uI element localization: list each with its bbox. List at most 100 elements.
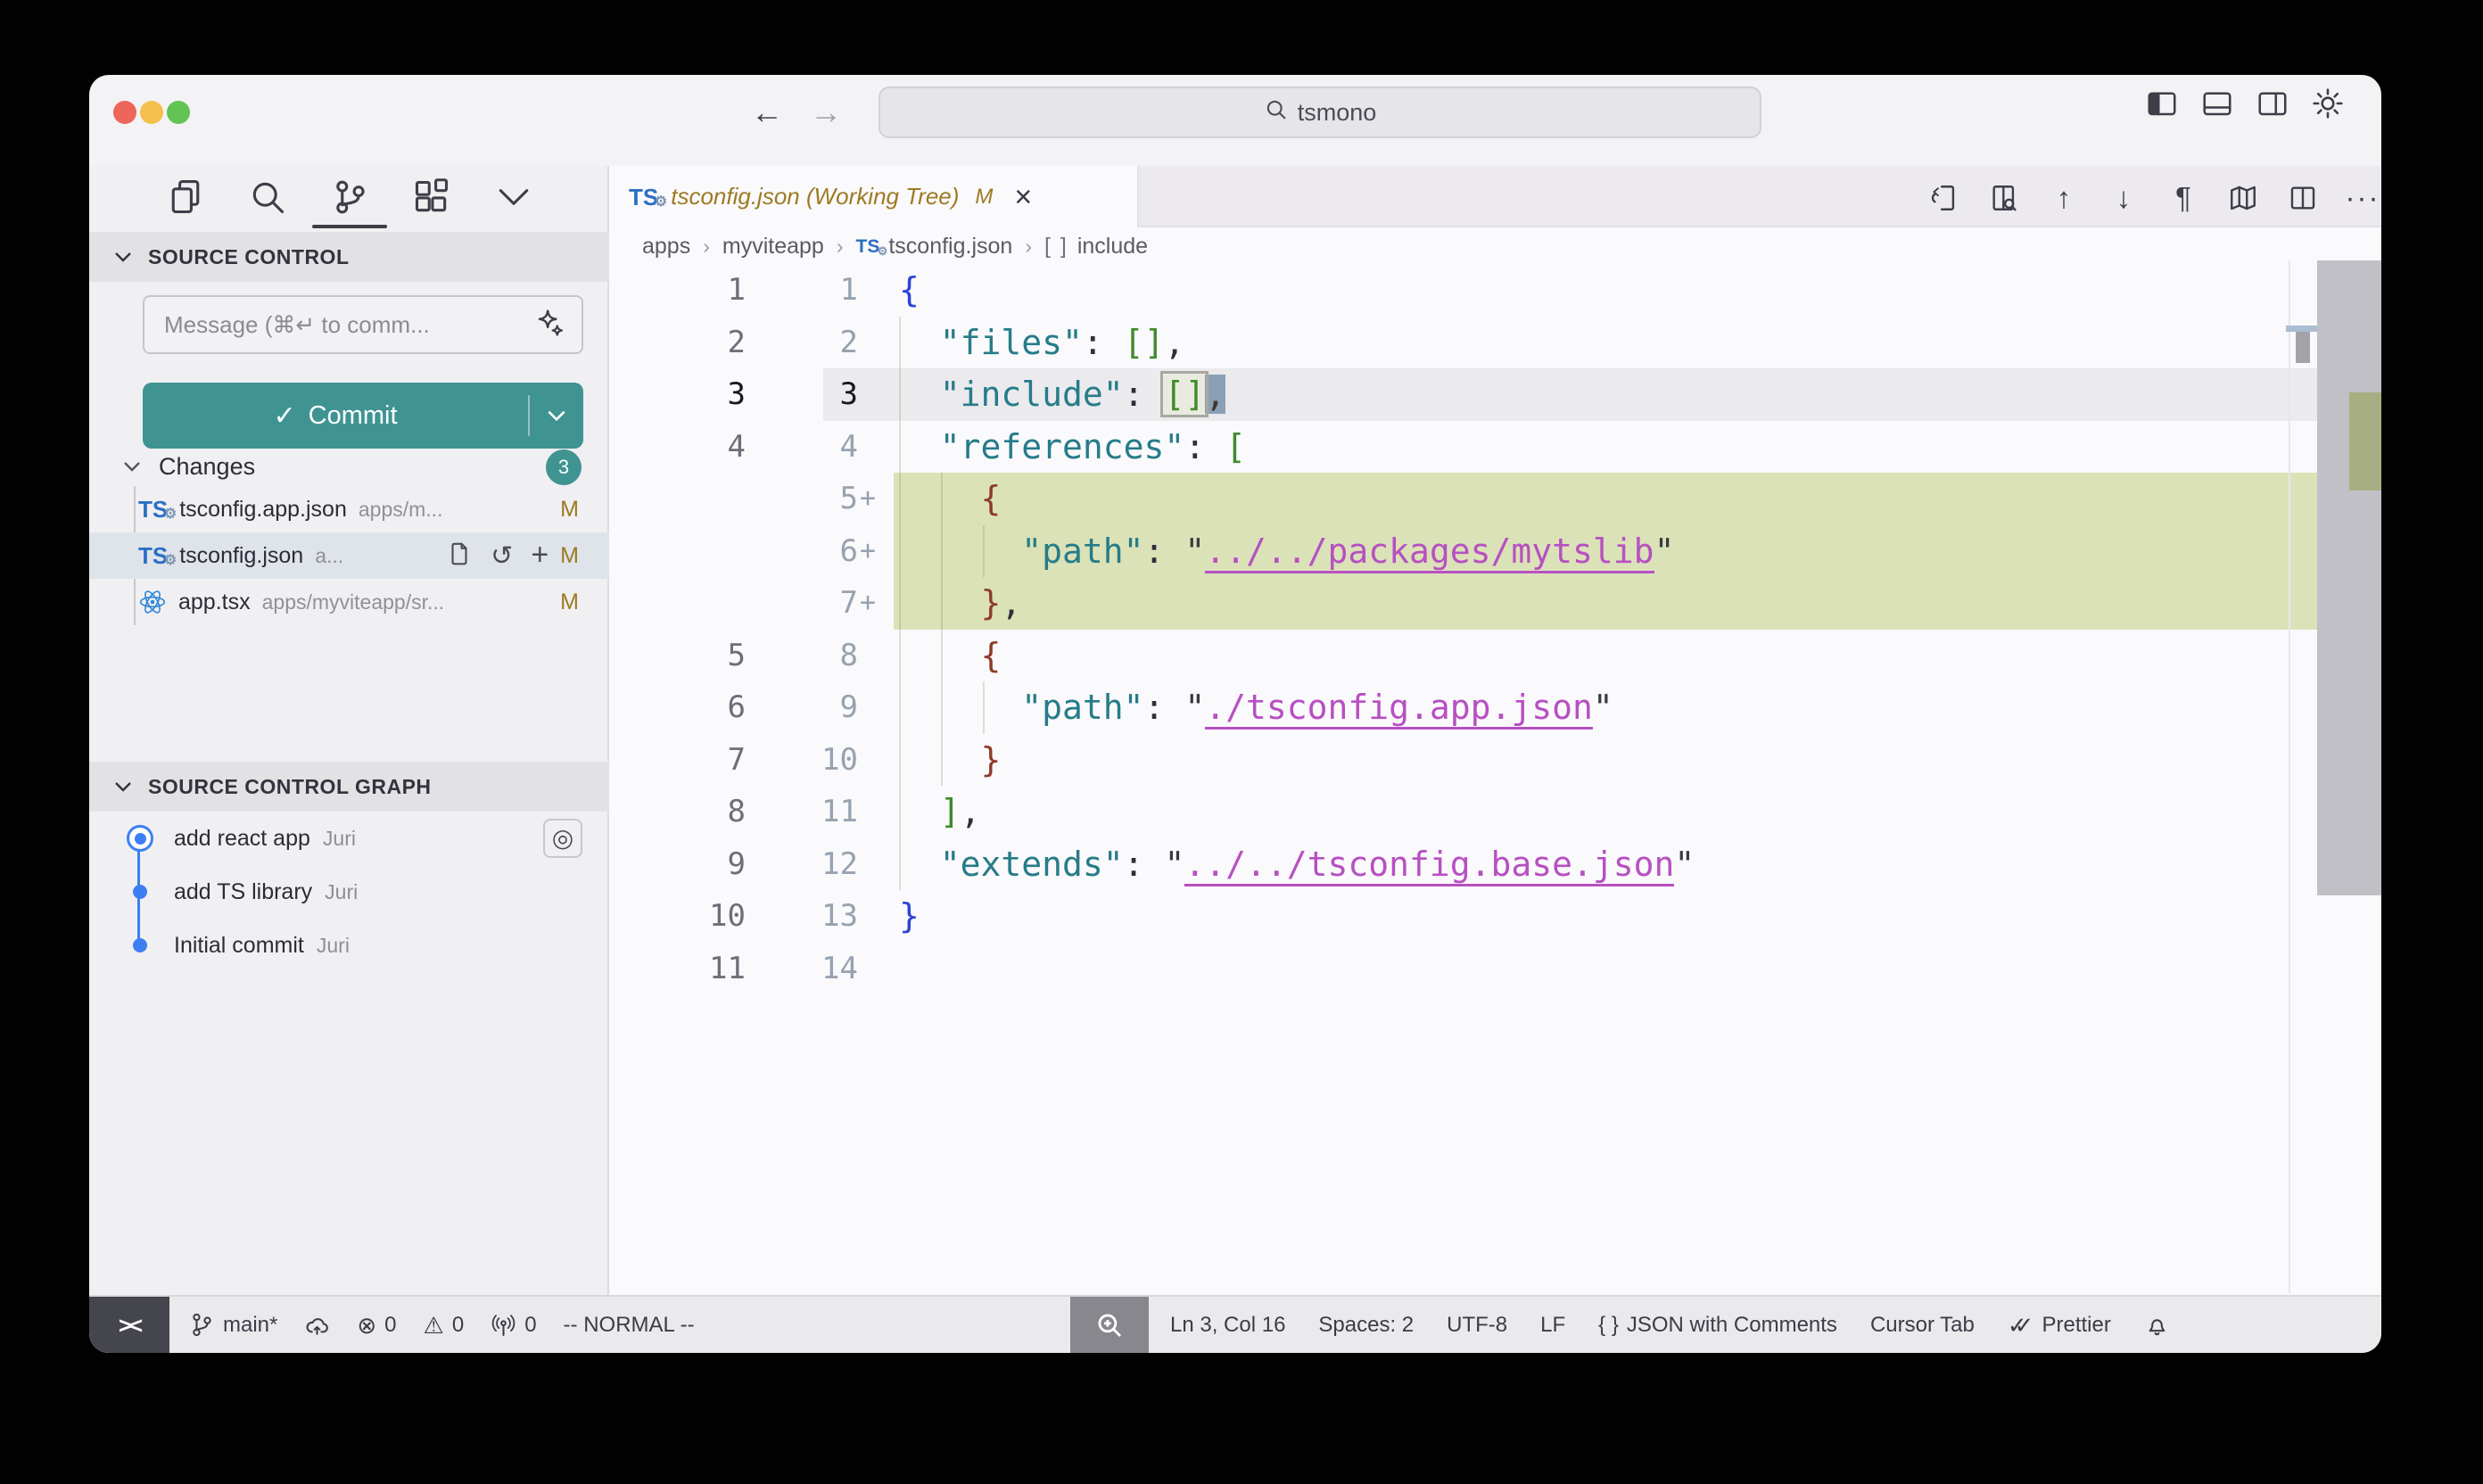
modified-line-number[interactable]: 11: [746, 786, 858, 838]
commit-message-input[interactable]: [164, 311, 535, 339]
history-back-button[interactable]: ←: [751, 91, 783, 134]
original-line-number[interactable]: 9: [609, 838, 746, 891]
code-line-4[interactable]: 44 "references": [: [609, 421, 2381, 474]
remote-indicator[interactable]: ><: [89, 1297, 169, 1353]
zoom-level-indicator[interactable]: [1070, 1297, 1149, 1353]
more-button[interactable]: ···: [2345, 178, 2380, 218]
modified-line-number[interactable]: 3: [746, 368, 858, 421]
status-item-cloud-upload[interactable]: [304, 1312, 330, 1338]
code-line-1[interactable]: 11{: [609, 264, 2381, 317]
modified-line-number[interactable]: 8: [746, 630, 858, 682]
split-editor-button[interactable]: [2285, 178, 2321, 218]
commit-row[interactable]: Initial commit Juri: [89, 919, 609, 972]
tab-close-button[interactable]: ×: [1014, 182, 1032, 212]
status-item-json-with-comments[interactable]: { }JSON with Comments: [1598, 1312, 1837, 1339]
status-item-cursor-tab[interactable]: Cursor Tab: [1870, 1313, 1975, 1338]
status-item-utf-8[interactable]: UTF-8: [1447, 1313, 1507, 1338]
activity-extensions-button[interactable]: [412, 177, 451, 217]
settings-gear-button[interactable]: [2312, 87, 2344, 124]
activity-search-button[interactable]: [248, 177, 287, 217]
modified-line-number[interactable]: 7: [746, 577, 858, 630]
status-item-0[interactable]: 0: [491, 1312, 536, 1338]
original-line-number[interactable]: 8: [609, 786, 746, 838]
status-item-lf[interactable]: LF: [1540, 1313, 1565, 1338]
code-area[interactable]: 11{22 "files": [],33 "include": [],44 "r…: [609, 264, 2381, 995]
change-row-tsconfig.json[interactable]: TS⚙ tsconfig.json a... ↺+ M: [89, 532, 609, 579]
code-line-14[interactable]: 1114: [609, 943, 2381, 995]
command-center-search[interactable]: tsmono: [879, 87, 1761, 138]
source-control-section-header[interactable]: SOURCE CONTROL: [89, 232, 609, 282]
status-item-ln-3-col-16[interactable]: Ln 3, Col 16: [1170, 1313, 1285, 1338]
code-line-2[interactable]: 22 "files": [],: [609, 317, 2381, 369]
commit-dropdown-button[interactable]: [530, 404, 583, 427]
open-changes-button[interactable]: [1926, 178, 1962, 218]
status-item-0[interactable]: ⊗0: [357, 1312, 396, 1339]
layout-panel-button[interactable]: [2201, 87, 2233, 124]
commit-button[interactable]: ✓ Commit: [143, 383, 583, 449]
minimize-window-button[interactable]: [140, 101, 163, 124]
activity-more-chevron-button[interactable]: [494, 177, 533, 217]
checkout-target-button[interactable]: ◎: [543, 819, 582, 858]
original-line-number[interactable]: [609, 577, 746, 630]
status-item-bell[interactable]: [2144, 1312, 2170, 1338]
original-line-number[interactable]: 10: [609, 890, 746, 943]
modified-line-number[interactable]: 1: [746, 264, 858, 317]
previous-change-button[interactable]: ↑: [2046, 178, 2082, 218]
whitespace-button[interactable]: ¶: [2165, 178, 2201, 218]
original-line-number[interactable]: [609, 473, 746, 525]
modified-line-number[interactable]: 6: [746, 525, 858, 578]
commit-row[interactable]: add react app Juri ◎: [89, 812, 609, 865]
status-item-0[interactable]: ⚠0: [424, 1312, 465, 1339]
status-item-prettier[interactable]: ✓✓Prettier: [2008, 1312, 2111, 1339]
modified-line-number[interactable]: 13: [746, 890, 858, 943]
change-row-app.tsx[interactable]: app.tsx apps/myviteapp/sr... M: [89, 579, 609, 625]
inline-view-button[interactable]: [1986, 178, 2022, 218]
code-line-13[interactable]: 1013}: [609, 890, 2381, 943]
zoom-window-button[interactable]: [167, 101, 190, 124]
open-file-button[interactable]: [446, 540, 473, 572]
modified-line-number[interactable]: 9: [746, 681, 858, 734]
modified-line-number[interactable]: 14: [746, 943, 858, 995]
modified-line-number[interactable]: 5: [746, 473, 858, 525]
modified-line-number[interactable]: 10: [746, 734, 858, 787]
code-line-8[interactable]: 58 {: [609, 630, 2381, 682]
code-line-5[interactable]: 5+ {: [609, 473, 2381, 525]
original-line-number[interactable]: 7: [609, 734, 746, 787]
original-line-number[interactable]: 5: [609, 630, 746, 682]
tab-tsconfig-working-tree[interactable]: TS⚙ tsconfig.json (Working Tree) M ×: [609, 166, 1139, 227]
stage-button[interactable]: +: [531, 542, 549, 569]
code-line-9[interactable]: 69 "path": "./tsconfig.app.json": [609, 681, 2381, 734]
code-line-6[interactable]: 6+ "path": "../../packages/mytslib": [609, 525, 2381, 578]
changes-group-header[interactable]: Changes: [89, 446, 609, 487]
source-control-graph-header[interactable]: SOURCE CONTROL GRAPH: [89, 762, 609, 812]
scrollbar-thumb[interactable]: [2317, 260, 2381, 895]
modified-line-number[interactable]: 2: [746, 317, 858, 369]
activity-explorer-button[interactable]: [166, 177, 205, 217]
status-item-spaces-2[interactable]: Spaces: 2: [1318, 1313, 1414, 1338]
code-line-12[interactable]: 912 "extends": "../../tsconfig.base.json…: [609, 838, 2381, 891]
layout-sidebar-left-button[interactable]: [2146, 87, 2178, 124]
code-line-10[interactable]: 710 }: [609, 734, 2381, 787]
change-row-tsconfig.app.json[interactable]: TS⚙ tsconfig.app.json apps/m... M: [89, 486, 609, 532]
activity-source-control-button[interactable]: [330, 177, 369, 217]
original-line-number[interactable]: 11: [609, 943, 746, 995]
original-line-number[interactable]: [609, 525, 746, 578]
status-item-main-[interactable]: main*: [189, 1312, 277, 1338]
code-line-11[interactable]: 811 ],: [609, 786, 2381, 838]
original-line-number[interactable]: 3: [609, 368, 746, 421]
breadcrumb[interactable]: apps›myviteapp›TS⚙tsconfig.json›[ ]inclu…: [642, 227, 1148, 265]
original-line-number[interactable]: 4: [609, 421, 746, 474]
commit-row[interactable]: add TS library Juri: [89, 865, 609, 919]
code-line-3[interactable]: 33 "include": [],: [609, 368, 2381, 421]
original-line-number[interactable]: 6: [609, 681, 746, 734]
discard-button[interactable]: ↺: [491, 543, 513, 569]
breadcrumb-item-include[interactable]: [ ]include: [1044, 234, 1148, 260]
modified-line-number[interactable]: 12: [746, 838, 858, 891]
history-forward-button[interactable]: →: [810, 91, 842, 134]
breadcrumb-item-apps[interactable]: apps: [642, 234, 690, 260]
layout-sidebar-right-button[interactable]: [2256, 87, 2289, 124]
code-line-7[interactable]: 7+ },: [609, 577, 2381, 630]
breadcrumb-item-myviteapp[interactable]: myviteapp: [722, 234, 824, 260]
close-window-button[interactable]: [113, 101, 136, 124]
original-line-number[interactable]: 2: [609, 317, 746, 369]
